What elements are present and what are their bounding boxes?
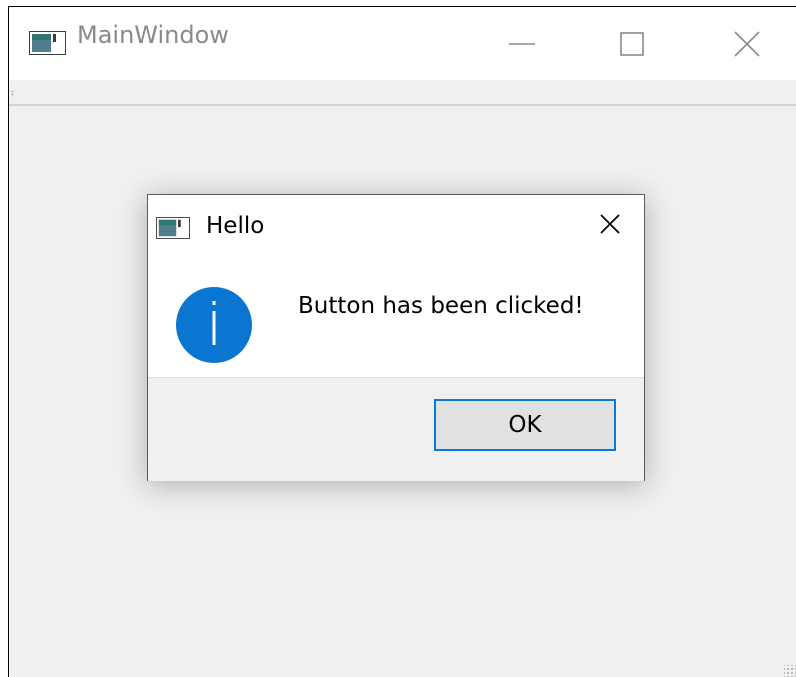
- dialog-message: Button has been clicked!: [298, 293, 584, 319]
- minimize-button[interactable]: [472, 7, 572, 80]
- toolbar-strip: [9, 80, 796, 106]
- close-icon: [600, 214, 620, 234]
- app-window-icon: [156, 217, 190, 239]
- dialog-title: Hello: [206, 213, 265, 239]
- main-titlebar[interactable]: MainWindow: [9, 7, 796, 80]
- dialog-close-button[interactable]: [596, 210, 624, 238]
- resize-grip[interactable]: [784, 665, 796, 677]
- ok-button[interactable]: OK: [434, 399, 616, 451]
- window-title: MainWindow: [77, 21, 229, 49]
- toolbar-grip[interactable]: [11, 90, 14, 97]
- message-dialog: Hello Button has been clicked! OK: [147, 194, 645, 481]
- maximize-icon: [620, 31, 644, 56]
- close-icon: [734, 30, 760, 57]
- info-icon: [176, 287, 252, 363]
- info-glyph: [212, 301, 216, 345]
- minimize-icon: [509, 42, 535, 45]
- maximize-button[interactable]: [582, 7, 682, 80]
- close-button[interactable]: [697, 7, 796, 80]
- app-window-icon: [29, 31, 66, 55]
- dialog-button-area: OK: [148, 377, 644, 481]
